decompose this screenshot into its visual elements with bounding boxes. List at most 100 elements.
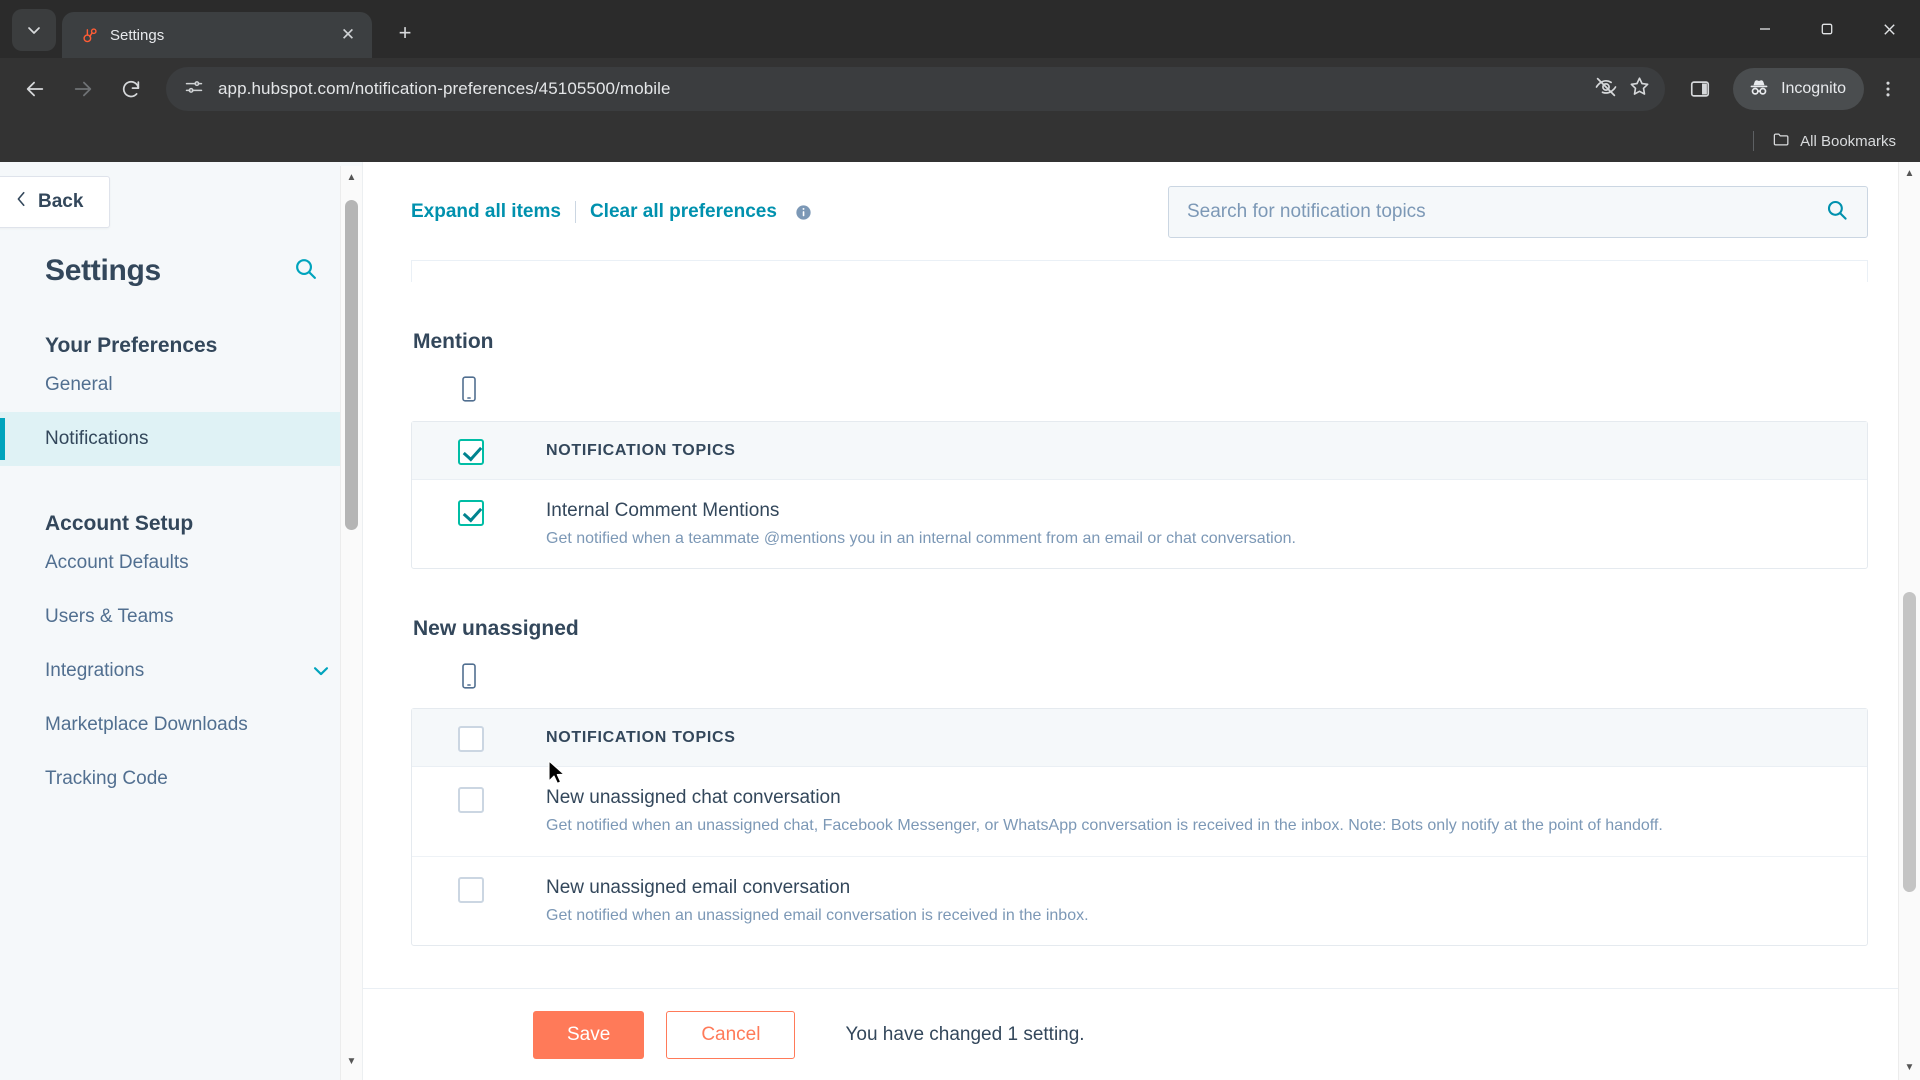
content-header: Expand all items Clear all preferences <box>363 162 1920 238</box>
scrollbar-thumb[interactable] <box>345 200 358 530</box>
row-description: Get notified when an unassigned chat, Fa… <box>546 817 1663 835</box>
sidebar-item-integrations[interactable]: Integrations <box>0 644 362 698</box>
section-title: Mention <box>413 330 494 353</box>
minimize-button[interactable] <box>1734 0 1796 58</box>
select-all-checkbox[interactable] <box>458 725 484 752</box>
reload-button[interactable] <box>110 68 152 110</box>
notification-topics-card: NOTIFICATION TOPICS Internal Comment Men… <box>411 421 1868 570</box>
scroll-up-arrow-icon[interactable]: ▲ <box>341 166 362 188</box>
incognito-profile-button[interactable]: Incognito <box>1733 68 1864 110</box>
arrow-right-icon <box>74 81 92 97</box>
mobile-phone-icon <box>459 376 479 406</box>
new-tab-button[interactable]: + <box>388 16 422 50</box>
url-text: app.hubspot.com/notification-preferences… <box>218 79 671 98</box>
hubspot-sprocket-icon <box>80 26 98 44</box>
all-bookmarks-label: All Bookmarks <box>1800 132 1896 150</box>
section-mention: Mention NOTIFICATION TOPICS Internal Com… <box>411 330 1868 570</box>
scrollbar-thumb[interactable] <box>1903 592 1916 892</box>
sidebar-item-marketplace-downloads[interactable]: Marketplace Downloads <box>0 698 362 752</box>
close-window-button[interactable] <box>1858 0 1920 58</box>
clear-all-preferences-link[interactable]: Clear all preferences <box>590 201 777 223</box>
site-settings-icon[interactable] <box>184 77 204 102</box>
row-title: New unassigned email conversation <box>546 876 851 898</box>
star-icon[interactable] <box>1628 75 1651 103</box>
sidebar-item-notifications[interactable]: Notifications <box>0 412 362 466</box>
device-column-header <box>411 354 1868 421</box>
column-header-label: NOTIFICATION TOPICS <box>546 441 736 459</box>
table-row[interactable]: Internal Comment Mentions Get notified w… <box>412 480 1867 568</box>
chevron-down-icon[interactable] <box>310 660 332 682</box>
back-label: Back <box>38 191 84 212</box>
reload-icon <box>122 80 140 98</box>
chevron-left-icon <box>15 191 28 213</box>
three-dots-vertical-icon <box>1886 81 1890 97</box>
tab-search-button[interactable] <box>12 9 56 51</box>
select-all-checkbox[interactable] <box>458 438 484 465</box>
info-circle-icon[interactable] <box>795 204 812 221</box>
divider <box>1753 131 1755 151</box>
row-description: Get notified when a teammate @mentions y… <box>546 529 1296 547</box>
bookmarks-bar: All Bookmarks <box>0 120 1920 162</box>
sidebar-item-label: Notifications <box>45 428 149 449</box>
chevron-down-icon <box>28 27 40 34</box>
sidebar-item-label: Tracking Code <box>45 768 168 789</box>
side-panel-button[interactable] <box>1679 68 1721 110</box>
sidebar-item-account-defaults[interactable]: Account Defaults <box>0 536 362 590</box>
mobile-phone-icon <box>459 663 479 693</box>
minimize-icon <box>1760 28 1770 30</box>
browser-menu-button[interactable] <box>1870 68 1906 110</box>
section-new-unassigned: New unassigned NOTIFICATION TOPICS New u… <box>411 617 1868 947</box>
scroll-down-arrow-icon[interactable]: ▼ <box>1899 1056 1920 1078</box>
browser-tab[interactable]: Settings ✕ <box>62 12 372 58</box>
omnibox-actions <box>1594 75 1651 104</box>
scroll-down-arrow-icon[interactable]: ▼ <box>341 1050 362 1072</box>
window-controls <box>1734 0 1920 58</box>
sidebar-item-label: Marketplace Downloads <box>45 714 248 735</box>
sidebar-item-label: General <box>45 374 113 395</box>
card-header-row: NOTIFICATION TOPICS <box>412 422 1867 480</box>
row-checkbox[interactable] <box>458 787 484 814</box>
folder-icon <box>1772 130 1791 153</box>
row-title: New unassigned chat conversation <box>546 787 841 809</box>
tab-strip: Settings ✕ + <box>0 0 1920 58</box>
sidebar-item-label: Integrations <box>45 660 145 681</box>
row-checkbox[interactable] <box>458 876 484 903</box>
back-button[interactable] <box>14 68 56 110</box>
sidebar-scrollbar[interactable]: ▲ ▼ <box>340 166 362 1080</box>
maximize-icon <box>1821 23 1833 35</box>
table-row[interactable]: New unassigned chat conversation Get not… <box>412 767 1867 857</box>
row-checkbox[interactable] <box>458 500 484 526</box>
sidebar-item-users-teams[interactable]: Users & Teams <box>0 590 362 644</box>
search-notification-topics-box[interactable] <box>1168 186 1868 238</box>
row-content: Internal Comment Mentions Get notified w… <box>546 498 1821 550</box>
row-content: New unassigned email conversation Get no… <box>546 875 1821 927</box>
search-icon[interactable] <box>293 256 318 286</box>
forward-button[interactable] <box>62 68 104 110</box>
sidebar-item-tracking-code[interactable]: Tracking Code <box>0 752 362 806</box>
search-input[interactable] <box>1187 201 1815 223</box>
close-icon[interactable]: ✕ <box>336 23 360 47</box>
status-text: You have changed 1 setting. <box>845 1023 1085 1045</box>
cancel-button[interactable]: Cancel <box>666 1010 796 1059</box>
eye-off-icon[interactable] <box>1594 75 1618 104</box>
column-header-label: NOTIFICATION TOPICS <box>546 728 736 746</box>
address-bar[interactable]: app.hubspot.com/notification-preferences… <box>166 67 1666 111</box>
preferences-scroll-area[interactable]: Mention NOTIFICATION TOPICS Internal Com… <box>363 242 1920 988</box>
back-button[interactable]: Back <box>0 176 110 228</box>
bulk-action-links: Expand all items Clear all preferences <box>411 201 812 223</box>
sidebar-item-label: Account Defaults <box>45 552 189 573</box>
sidebar-item-label: Users & Teams <box>45 606 174 627</box>
expand-all-items-link[interactable]: Expand all items <box>411 201 561 223</box>
all-bookmarks-button[interactable]: All Bookmarks <box>1772 130 1896 153</box>
maximize-button[interactable] <box>1796 0 1858 58</box>
row-title: Internal Comment Mentions <box>546 500 780 521</box>
save-button[interactable]: Save <box>533 1010 645 1059</box>
close-icon <box>1883 23 1895 35</box>
row-description: Get notified when an unassigned email co… <box>546 906 1089 924</box>
search-icon[interactable] <box>1825 198 1849 227</box>
sidebar-item-general[interactable]: General <box>0 358 362 412</box>
page-scrollbar[interactable]: ▲ ▼ <box>1898 162 1920 1080</box>
table-row[interactable]: New unassigned email conversation Get no… <box>412 857 1867 945</box>
incognito-label: Incognito <box>1781 80 1846 97</box>
scroll-up-arrow-icon[interactable]: ▲ <box>1899 162 1920 184</box>
